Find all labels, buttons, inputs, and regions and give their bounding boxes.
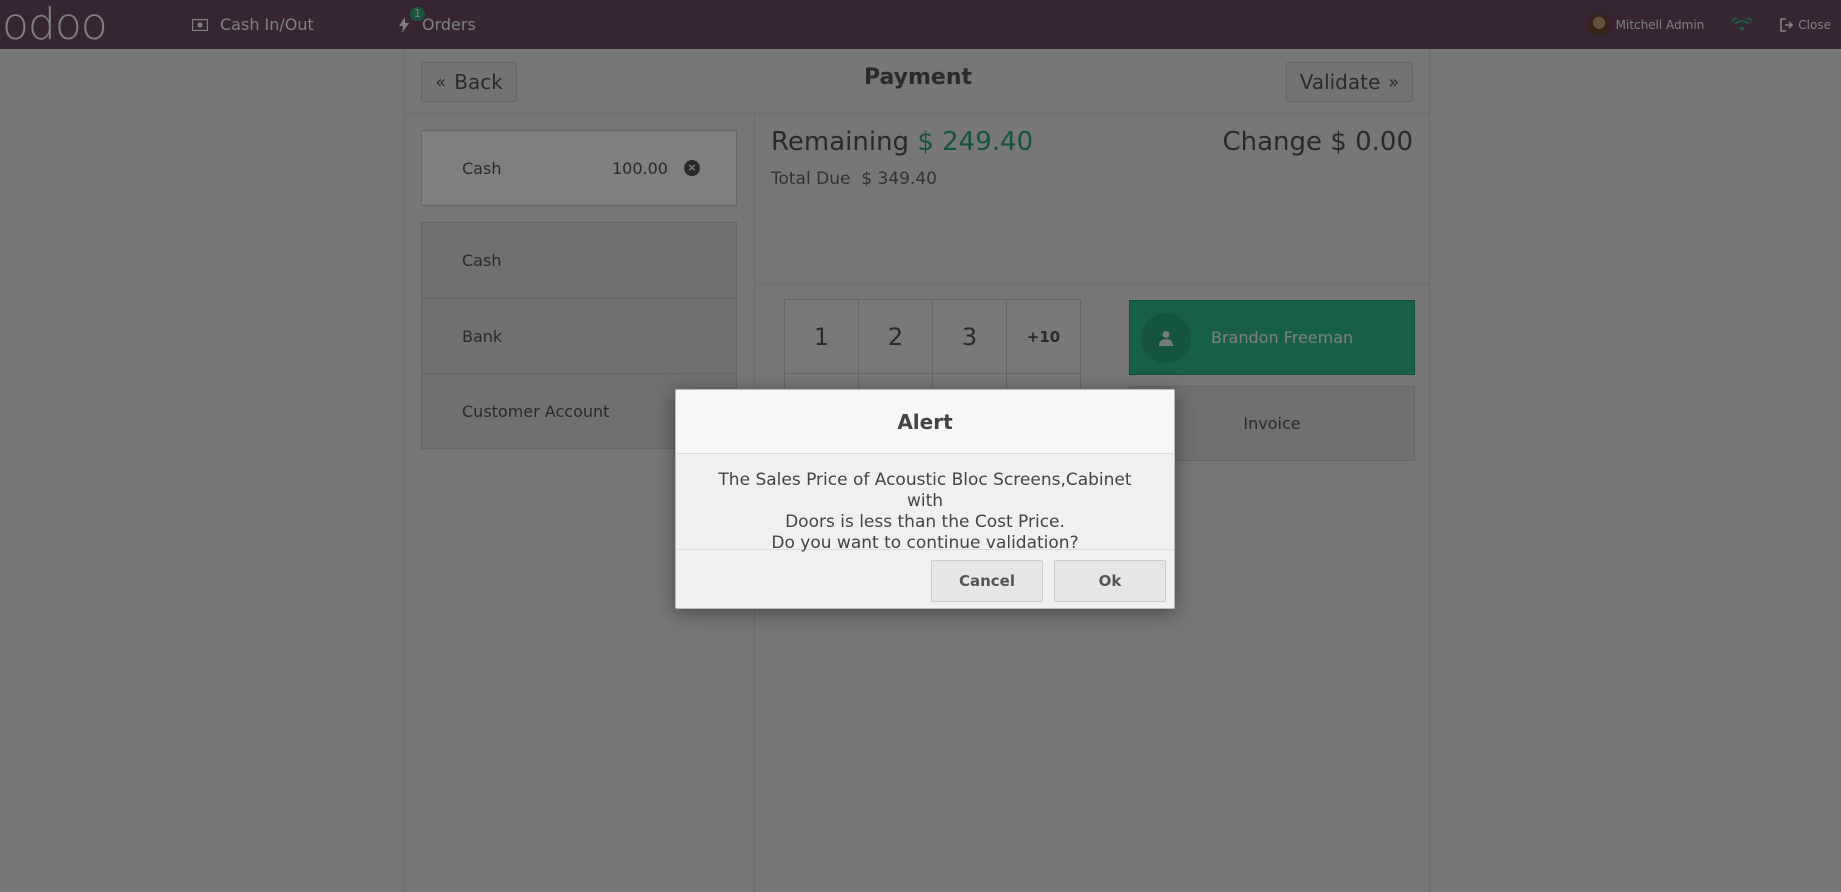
alert-dialog: Alert The Sales Price of Acoustic Bloc S… [675,389,1175,609]
cancel-button[interactable]: Cancel [931,560,1043,602]
alert-title: Alert [676,390,1174,454]
ok-button[interactable]: Ok [1054,560,1166,602]
alert-footer: Cancel Ok [676,550,1174,608]
alert-message: The Sales Price of Acoustic Bloc Screens… [676,454,1174,553]
